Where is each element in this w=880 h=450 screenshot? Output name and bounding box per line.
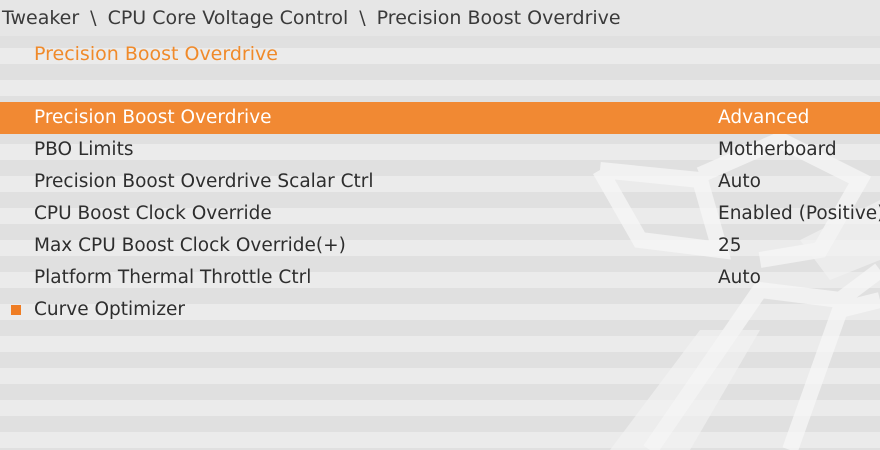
setting-value[interactable]: Motherboard	[718, 134, 837, 166]
setting-label: CPU Boost Clock Override	[34, 203, 272, 224]
setting-row-precision-boost-overdrive[interactable]: Precision Boost Overdrive Advanced	[0, 102, 880, 134]
setting-label: PBO Limits	[34, 139, 134, 160]
setting-label: Precision Boost Overdrive Scalar Ctrl	[34, 171, 374, 192]
setting-value[interactable]: Advanced	[718, 102, 809, 134]
setting-value[interactable]: Auto	[718, 166, 761, 198]
breadcrumb-item-precision-boost-overdrive: Precision Boost Overdrive	[376, 7, 621, 29]
setting-value[interactable]: 25	[718, 230, 742, 262]
setting-value[interactable]: Enabled (Positive)	[718, 198, 880, 230]
breadcrumb-separator: \	[359, 7, 366, 29]
submenu-label: Curve Optimizer	[34, 299, 186, 320]
setting-row-max-cpu-boost-clock-override[interactable]: Max CPU Boost Clock Override(+) 25	[0, 230, 880, 262]
breadcrumb-item-tweaker[interactable]: Tweaker	[2, 7, 79, 29]
breadcrumb: Tweaker \ CPU Core Voltage Control \ Pre…	[0, 0, 880, 36]
setting-label: Precision Boost Overdrive	[34, 107, 272, 128]
submenu-curve-optimizer[interactable]: Curve Optimizer	[0, 294, 880, 326]
setting-row-cpu-boost-clock-override[interactable]: CPU Boost Clock Override Enabled (Positi…	[0, 198, 880, 230]
setting-label: Platform Thermal Throttle Ctrl	[34, 267, 312, 288]
settings-menu: Precision Boost Overdrive Advanced PBO L…	[0, 102, 880, 326]
breadcrumb-item-cpu-core-voltage-control[interactable]: CPU Core Voltage Control	[108, 7, 349, 29]
setting-row-platform-thermal-throttle-ctrl[interactable]: Platform Thermal Throttle Ctrl Auto	[0, 262, 880, 294]
setting-row-pbo-limits[interactable]: PBO Limits Motherboard	[0, 134, 880, 166]
setting-row-pbo-scalar-ctrl[interactable]: Precision Boost Overdrive Scalar Ctrl Au…	[0, 166, 880, 198]
breadcrumb-separator: \	[90, 7, 97, 29]
square-bullet-icon	[11, 305, 21, 315]
page-title: Precision Boost Overdrive	[34, 43, 278, 65]
setting-label: Max CPU Boost Clock Override(+)	[34, 235, 346, 256]
setting-value[interactable]: Auto	[718, 262, 761, 294]
